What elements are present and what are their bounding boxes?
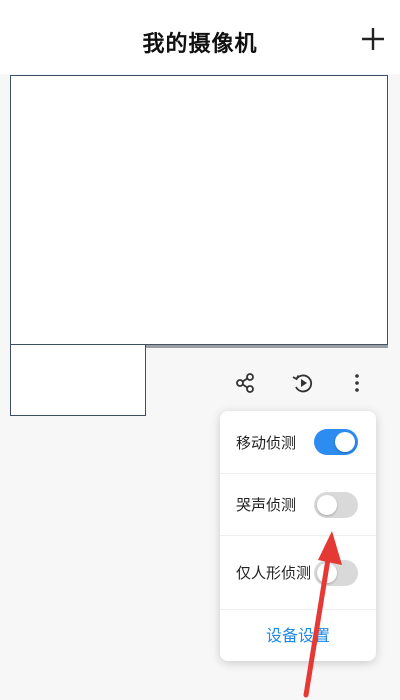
motion-detection-toggle[interactable]	[314, 429, 358, 455]
playback-icon	[292, 374, 313, 393]
annotation-arrow-icon	[303, 531, 342, 698]
more-vertical-icon	[355, 374, 359, 392]
share-button[interactable]	[230, 368, 260, 398]
header: 我的摄像机	[0, 0, 400, 74]
toggle-knob	[335, 432, 355, 452]
menu-item-motion-detection: 移动侦测	[220, 411, 376, 473]
menu-item-label: 移动侦测	[236, 433, 297, 452]
playback-button[interactable]	[288, 368, 318, 398]
page-title: 我的摄像机	[142, 32, 258, 57]
share-icon	[236, 373, 254, 393]
camera-thumbnail[interactable]	[10, 344, 146, 416]
plus-icon	[362, 28, 384, 50]
camera-preview[interactable]	[10, 75, 388, 345]
more-button[interactable]	[342, 368, 372, 398]
camera-preview-edge	[145, 344, 388, 348]
add-camera-button[interactable]	[356, 22, 390, 56]
